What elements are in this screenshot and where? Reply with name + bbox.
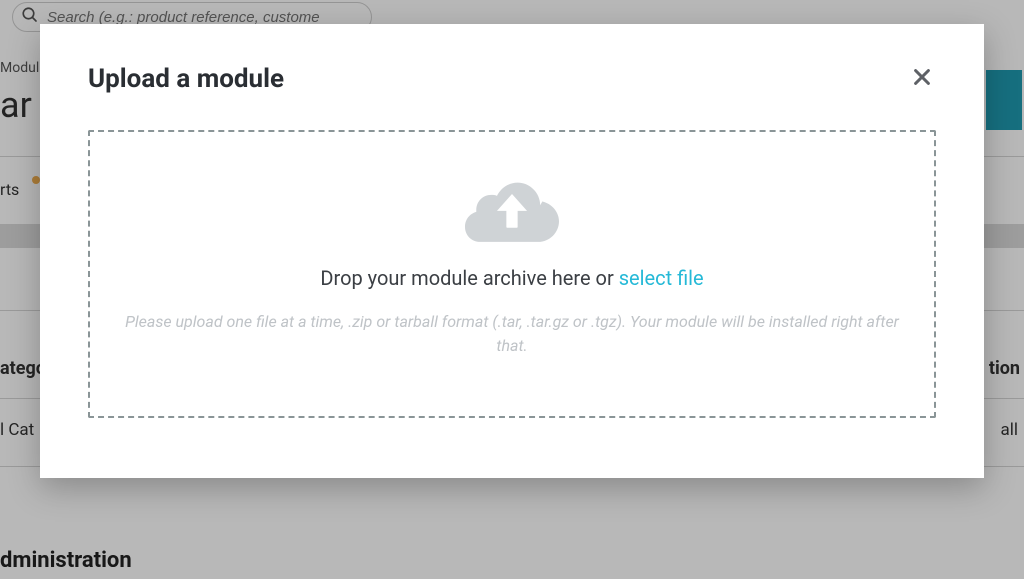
- cloud-upload-icon: [465, 174, 559, 244]
- modal-title: Upload a module: [88, 64, 284, 94]
- dropzone[interactable]: Drop your module archive here or select …: [88, 130, 936, 418]
- select-file-link[interactable]: select file: [619, 266, 704, 290]
- upload-module-modal: Upload a module Drop your module archive…: [40, 24, 984, 478]
- drop-instruction: Drop your module archive here or select …: [114, 266, 910, 290]
- drop-help-text: Please upload one file at a time, .zip o…: [122, 310, 902, 358]
- drop-text-static: Drop your module archive here or: [320, 266, 618, 290]
- close-icon: [911, 66, 933, 92]
- close-button[interactable]: [908, 65, 936, 93]
